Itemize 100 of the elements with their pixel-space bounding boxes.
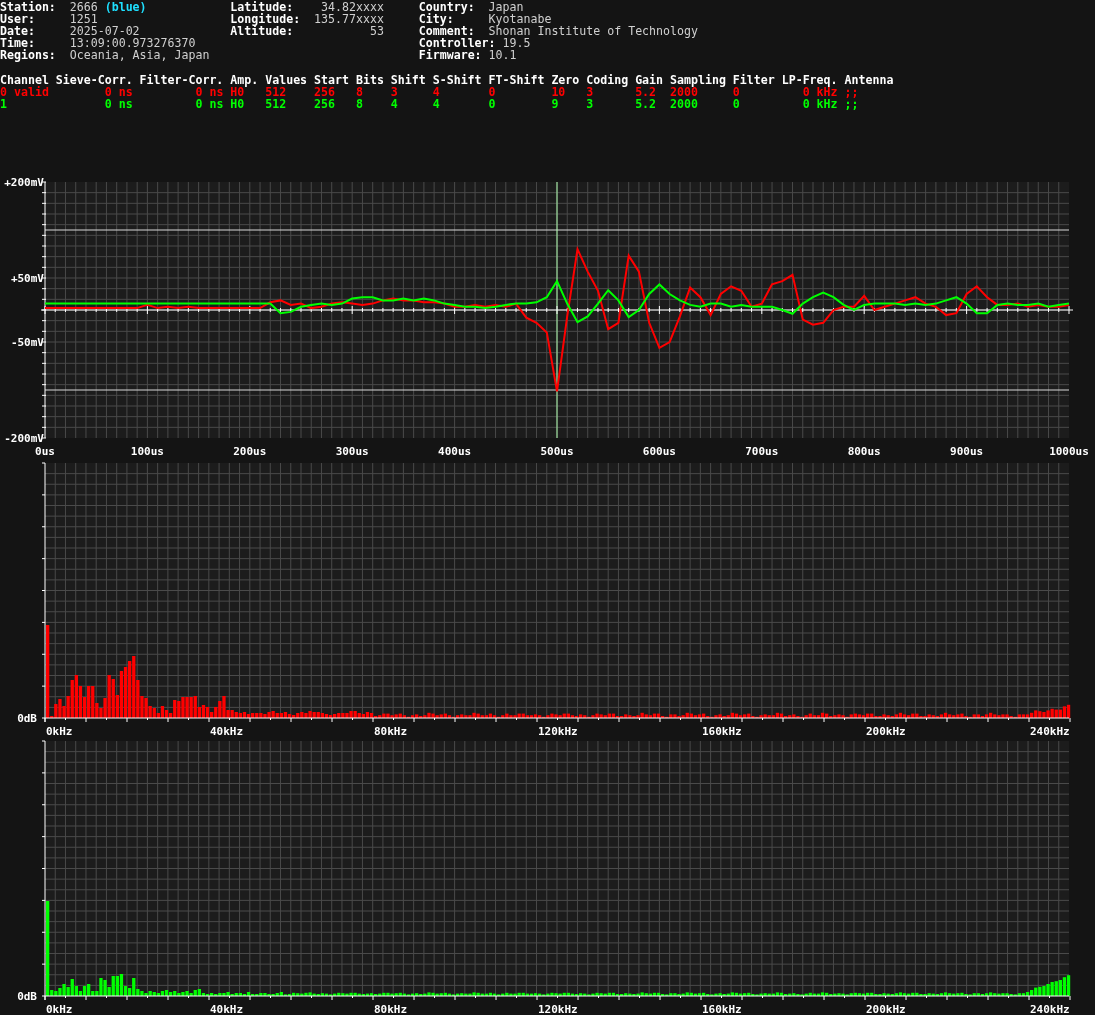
info-label: Comment: xyxy=(418,25,476,37)
column-header: Channel xyxy=(0,74,49,86)
info-value: 13:09:00.973276370 xyxy=(69,37,196,49)
x-tick-label: 160kHz xyxy=(702,1003,742,1015)
table-cell-text: 3 xyxy=(586,98,595,110)
info-label: Longitude: xyxy=(230,13,301,25)
table-cell-text: 0 xyxy=(488,86,497,98)
x-tick-label: 200kHz xyxy=(866,1003,906,1015)
table-cell-text: 512 xyxy=(265,98,288,110)
info-label: Country: xyxy=(418,1,476,13)
y-tick-label: 0dB xyxy=(17,712,37,725)
x-tick-label: 40kHz xyxy=(210,725,244,738)
column-header: Amp. xyxy=(230,74,259,86)
info-label: User: xyxy=(0,13,36,25)
column-header: Antenna xyxy=(844,74,894,86)
info-value: Kyotanabe xyxy=(488,13,552,25)
table-cell-text: ;; xyxy=(844,98,860,110)
table-cell-text: 3 xyxy=(586,86,594,98)
table-cell-text: ;; xyxy=(844,86,860,98)
column-header: Bits xyxy=(355,74,384,86)
x-tick-label: 200kHz xyxy=(866,725,906,738)
table-cell-text: 0 kHz xyxy=(801,98,838,110)
x-tick-label: 600us xyxy=(642,445,676,458)
table-cell-text: 10 xyxy=(551,86,567,98)
x-tick-label: 80kHz xyxy=(374,1003,408,1015)
x-tick-label: 100us xyxy=(130,445,164,458)
table-cell-text: 4 xyxy=(432,98,441,110)
x-tick-label: 200us xyxy=(233,445,267,458)
x-tick-label: 240kHz xyxy=(1030,1003,1070,1015)
table-cell-text: 0 ns xyxy=(194,86,224,98)
x-tick-label: 300us xyxy=(335,445,369,458)
column-header: Gain xyxy=(635,74,664,86)
x-tick-label: 800us xyxy=(847,445,881,458)
info-label: Firmware: xyxy=(418,49,483,61)
column-header: Shift xyxy=(390,74,426,86)
info-value: Japan xyxy=(488,1,524,13)
info-value: 1251 xyxy=(69,13,98,25)
info-value: 2666 xyxy=(69,1,98,13)
table-cell-text: 0 xyxy=(732,98,741,110)
table-cell-text: 0 kHz xyxy=(802,86,838,98)
column-header: Coding xyxy=(586,74,629,86)
table-cell-text: 8 xyxy=(355,98,364,110)
table-cell-text: 0 xyxy=(732,86,741,98)
table-cell-text: 2000 xyxy=(670,86,698,98)
column-header: FT-Shift xyxy=(488,74,545,86)
info-value: Shonan Institute of Technology xyxy=(488,25,698,37)
info-label: Latitude: xyxy=(230,1,294,13)
table-cell-text: 0 ns xyxy=(103,98,133,110)
info-label: Regions: xyxy=(0,49,57,61)
table-cell-text: 0 ns xyxy=(194,98,224,110)
column-header: S-Shift xyxy=(432,74,482,86)
table-cell-text: 512 xyxy=(265,86,288,98)
x-tick-label: 0kHz xyxy=(46,1003,73,1015)
info-value: 2025-07-02 xyxy=(69,25,140,37)
table-cell-text: 1 xyxy=(0,98,8,110)
column-header: Zero xyxy=(551,74,580,86)
y-tick-label: -200mV xyxy=(4,432,44,445)
x-tick-label: 240kHz xyxy=(1030,725,1070,738)
x-tick-label: 900us xyxy=(950,445,984,458)
x-tick-label: 0us xyxy=(35,445,55,458)
info-label: Station: xyxy=(0,1,57,13)
column-header: Sampling xyxy=(670,74,726,86)
info-label: Controller: xyxy=(418,37,497,49)
x-tick-label: 160kHz xyxy=(702,725,742,738)
y-tick-label: +50mV xyxy=(10,272,44,285)
column-header: Start xyxy=(314,74,349,86)
table-cell-text: 256 xyxy=(314,98,337,110)
info-value: 135.77xxxx xyxy=(314,13,384,25)
y-tick-label: -50mV xyxy=(10,336,44,349)
info-label: City: xyxy=(418,13,454,25)
info-value: 19.5 xyxy=(502,37,531,49)
info-value: 53 xyxy=(369,25,384,37)
table-cell-text: 3 xyxy=(390,86,399,98)
x-tick-label: 700us xyxy=(745,445,779,458)
table-cell-text: 2000 xyxy=(670,98,699,110)
table-cell-text: 4 xyxy=(390,98,399,110)
info-value: Oceania, Asia, Japan xyxy=(69,49,210,61)
table-cell-text: 8 xyxy=(355,86,364,98)
table-cell-text: 4 xyxy=(432,86,441,98)
y-tick-label: 0dB xyxy=(17,990,37,1003)
x-tick-label: 40kHz xyxy=(210,1003,244,1015)
x-tick-label: 500us xyxy=(540,445,574,458)
table-cell-text: 9 xyxy=(551,98,560,110)
column-header: Filter xyxy=(732,74,775,86)
table-cell-text: 0 ns xyxy=(103,86,133,98)
table-cell: 0 valid xyxy=(0,86,49,98)
x-tick-label: 120kHz xyxy=(538,1003,578,1015)
column-header: Filter-Corr. xyxy=(139,74,224,86)
station-tag: (blue) xyxy=(104,1,147,13)
table-cell-text: H0 xyxy=(230,86,245,98)
table-cell-text: 5.2 xyxy=(635,98,658,110)
table-cell-text: 5.2 xyxy=(635,86,658,98)
info-label: Time: xyxy=(0,37,35,49)
column-header: LP-Freq. xyxy=(781,74,838,86)
x-tick-label: 400us xyxy=(438,445,472,458)
info-value: 10.1 xyxy=(488,49,517,61)
x-tick-label: 80kHz xyxy=(374,725,408,738)
table-cell-text: 256 xyxy=(314,86,337,98)
x-tick-label: 1000us xyxy=(1049,445,1089,458)
info-label: Altitude: xyxy=(230,25,294,37)
